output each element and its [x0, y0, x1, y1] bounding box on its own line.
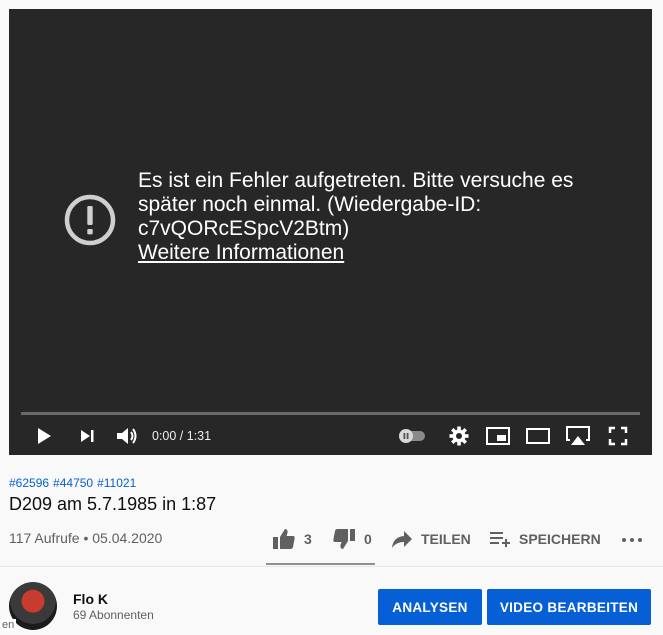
- theater-icon[interactable]: [526, 428, 550, 444]
- like-button[interactable]: 3: [272, 526, 312, 552]
- channel-name[interactable]: Flo K: [73, 591, 108, 607]
- airplay-icon[interactable]: [565, 425, 591, 447]
- autoplay-toggle-icon[interactable]: [398, 428, 428, 444]
- hashtag-link[interactable]: #11021: [97, 476, 136, 490]
- alert-icon: [64, 194, 116, 246]
- video-title: D209 am 5.7.1985 in 1:87: [9, 494, 217, 514]
- add-to-playlist-icon: [490, 532, 510, 547]
- share-icon: [392, 531, 412, 548]
- like-count: 3: [304, 531, 312, 547]
- save-button[interactable]: SPEICHERN: [489, 526, 601, 552]
- next-icon[interactable]: [78, 427, 96, 445]
- fullscreen-icon[interactable]: [608, 426, 628, 446]
- view-count-and-date: 117 Aufrufe • 05.04.2020: [9, 530, 163, 546]
- edit-video-button[interactable]: VIDEO BEARBEITEN: [487, 589, 651, 625]
- video-player[interactable]: Es ist ein Fehler aufgetreten. Bitte ver…: [9, 9, 652, 455]
- hashtag-list: #62596 #44750 #11021: [9, 476, 140, 490]
- hashtag-link[interactable]: #44750: [53, 476, 93, 490]
- sentiment-bar: [266, 563, 375, 565]
- subscriber-count: 69 Abonnenten: [73, 608, 154, 622]
- analytics-button[interactable]: ANALYSEN: [378, 589, 482, 625]
- avatar-label-fragment: en: [0, 619, 17, 631]
- dislike-count: 0: [364, 531, 372, 547]
- save-label: SPEICHERN: [519, 531, 601, 547]
- divider: [0, 566, 663, 567]
- miniplayer-icon[interactable]: [486, 427, 510, 445]
- thumbs-up-icon: [273, 529, 295, 549]
- progress-bar[interactable]: [21, 412, 640, 415]
- volume-icon[interactable]: [115, 425, 139, 447]
- hashtag-link[interactable]: #62596: [9, 476, 49, 490]
- more-icon[interactable]: [621, 536, 643, 544]
- error-message-block: Es ist ein Fehler aufgetreten. Bitte ver…: [138, 169, 618, 265]
- error-message: Es ist ein Fehler aufgetreten. Bitte ver…: [138, 169, 574, 240]
- share-button[interactable]: TEILEN: [391, 526, 471, 552]
- dislike-button[interactable]: 0: [332, 526, 372, 552]
- time-display: 0:00 / 1:31: [152, 429, 212, 443]
- share-label: TEILEN: [421, 531, 471, 547]
- play-icon[interactable]: [34, 426, 54, 446]
- settings-icon[interactable]: [449, 426, 469, 446]
- more-info-link[interactable]: Weitere Informationen: [138, 241, 344, 265]
- thumbs-down-icon: [333, 529, 355, 549]
